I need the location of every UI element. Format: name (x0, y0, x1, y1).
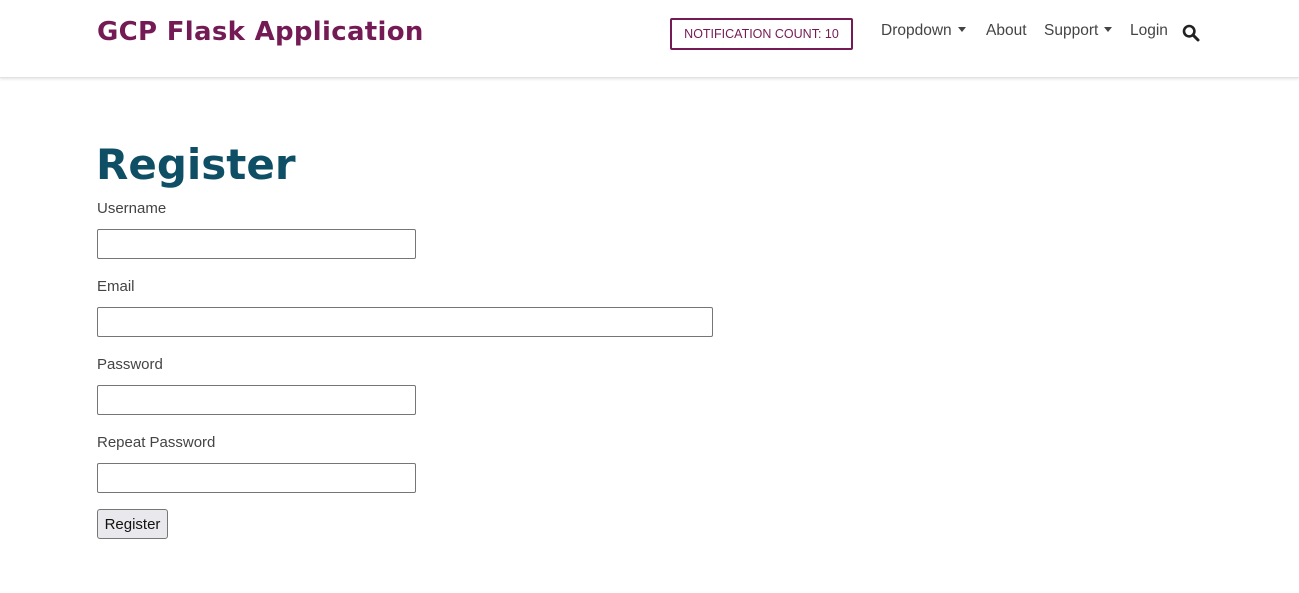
repeat-password-label: Repeat Password (97, 434, 216, 451)
repeat-password-input[interactable] (97, 463, 416, 493)
email-label: Email (97, 278, 135, 295)
nav-login-link[interactable]: Login (1130, 22, 1168, 40)
nav-about-link[interactable]: About (986, 22, 1027, 40)
password-label: Password (97, 356, 163, 373)
nav-support-label: Support (1044, 22, 1099, 39)
notification-count-badge: NOTIFICATION COUNT: 10 (670, 18, 853, 50)
nav-dropdown-toggle[interactable]: Dropdown (881, 22, 966, 40)
nav-dropdown-label: Dropdown (881, 22, 952, 39)
brand-link[interactable]: GCP Flask Application (97, 17, 424, 47)
email-input[interactable] (97, 307, 713, 337)
register-button[interactable]: Register (97, 509, 168, 539)
username-input[interactable] (97, 229, 416, 259)
nav-support-toggle[interactable]: Support (1044, 22, 1113, 40)
username-label: Username (97, 200, 167, 217)
search-icon[interactable] (1182, 24, 1200, 42)
password-input[interactable] (97, 385, 416, 415)
navbar: GCP Flask Application NOTIFICATION COUNT… (0, 0, 1299, 78)
caret-down-icon (957, 27, 966, 32)
page-title: Register (96, 140, 296, 189)
caret-down-icon (1104, 27, 1113, 32)
